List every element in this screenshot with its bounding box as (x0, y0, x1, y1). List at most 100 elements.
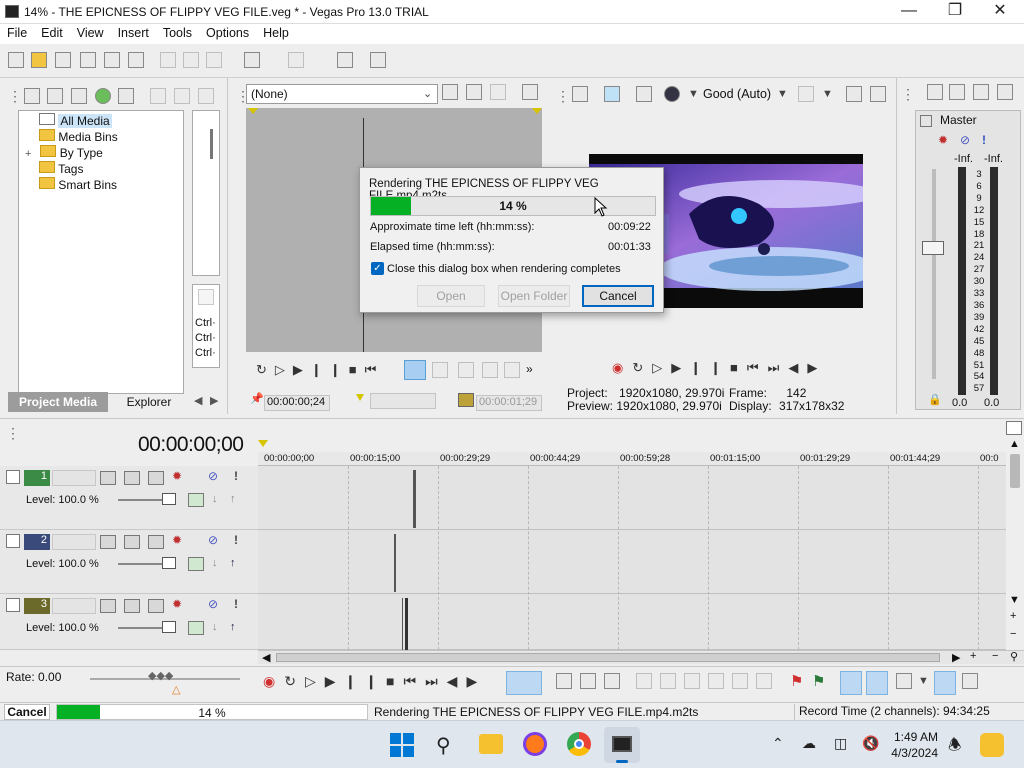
close-when-done-checkbox[interactable]: ✓ (371, 262, 384, 275)
normal-edit-tool-icon[interactable] (506, 671, 542, 695)
cancel-button[interactable]: Cancel (582, 285, 654, 307)
compositing-mode-icon[interactable] (124, 535, 140, 549)
meter-icon[interactable] (997, 84, 1013, 100)
track-fx-icon[interactable]: ✹ (172, 533, 182, 547)
generated-media-icon[interactable] (188, 493, 204, 507)
add-to-timeline-icon[interactable] (404, 360, 426, 380)
track-lane-3[interactable] (258, 594, 1006, 650)
windows-start-icon[interactable] (390, 733, 414, 757)
open-folder-button[interactable]: Open Folder (498, 285, 570, 307)
pause-icon[interactable]: ❙❙ (311, 362, 349, 377)
show-hidden-icons-icon[interactable]: ⌃ (772, 735, 784, 752)
track-name-field[interactable] (52, 470, 96, 486)
monitor-icon[interactable] (522, 84, 538, 100)
eraser-icon[interactable] (337, 52, 353, 68)
marker-flag-icon[interactable] (1006, 421, 1022, 435)
track-fx-icon[interactable]: ✹ (172, 597, 182, 611)
track-expand-icon[interactable] (6, 598, 20, 612)
auto-crossfade-icon[interactable] (866, 671, 888, 695)
go-to-start-icon[interactable]: ⏮ (403, 673, 425, 689)
clock[interactable]: 1:49 AM 4/3/2024 (888, 729, 938, 761)
tree-item-all-media[interactable]: All Media (39, 113, 112, 128)
whats-this-icon[interactable] (370, 52, 386, 68)
loop-icon[interactable]: ↻ (256, 362, 275, 377)
parent-motion-icon[interactable] (148, 599, 164, 613)
prev-frame-icon[interactable]: ◀ (788, 360, 807, 375)
copilot-icon[interactable] (980, 733, 1004, 757)
insert-marker-icon[interactable]: ⚑ (790, 672, 803, 690)
solo-icon[interactable]: ! (234, 469, 238, 483)
lock-icon[interactable]: 🔒 (928, 393, 942, 406)
chevron-down-icon[interactable]: ▼ (688, 88, 699, 100)
auto-preview-icon[interactable] (198, 88, 214, 104)
display-icon[interactable]: ◫ (834, 735, 847, 752)
parent-motion-icon[interactable] (148, 471, 164, 485)
trimmer-preset-dropdown[interactable]: (None) ⌄ (246, 84, 438, 104)
tab-project-media[interactable]: Project Media (8, 392, 108, 412)
go-to-end-icon[interactable]: ⏭ (768, 360, 789, 375)
tree-item-media-bins[interactable]: Media Bins (39, 129, 118, 144)
chevron-down-icon[interactable]: ▼ (918, 675, 929, 687)
firefox-icon[interactable] (523, 732, 547, 756)
open-button[interactable]: Open (417, 285, 485, 307)
zoom-tool-icon[interactable]: ⚲ (1010, 650, 1018, 663)
scroll-left-icon[interactable]: ◀ (262, 651, 270, 664)
track-lane-1[interactable] (258, 466, 1006, 530)
play-icon[interactable]: ▶ (293, 362, 311, 377)
level-slider-thumb[interactable] (162, 493, 176, 505)
mute-icon[interactable]: ⊘ (960, 133, 970, 147)
insert-region-icon[interactable]: ⚑ (812, 672, 825, 690)
tab-scroll-right-icon[interactable]: ▶ (210, 394, 218, 407)
tab-scroll-left-icon[interactable]: ◀ (194, 394, 202, 407)
properties-icon[interactable] (128, 52, 144, 68)
get-media-icon[interactable] (71, 88, 87, 104)
snapping-icon[interactable] (840, 671, 862, 695)
search-icon[interactable]: ⚲ (436, 733, 451, 758)
new-project-icon[interactable] (8, 52, 24, 68)
solo-icon[interactable]: ! (234, 597, 238, 611)
scroll-thumb[interactable] (1010, 454, 1020, 488)
trim-icon[interactable] (504, 362, 520, 378)
fit-to-fill-icon[interactable] (482, 362, 498, 378)
fx-icon[interactable]: ✹ (938, 133, 948, 147)
play-icon[interactable]: ▶ (325, 673, 345, 689)
play-from-start-icon[interactable]: ▷ (305, 673, 325, 689)
zoom-edit-tool-icon[interactable] (604, 673, 620, 689)
stop-icon[interactable]: ■ (386, 673, 403, 689)
copy-snapshot-icon[interactable] (846, 86, 862, 102)
clip-event[interactable] (413, 470, 416, 528)
menu-tools[interactable]: Tools (156, 24, 199, 40)
zoom-in-icon[interactable]: + (970, 650, 976, 662)
arrow-down-icon[interactable]: ↓ (212, 621, 218, 633)
wand-icon[interactable] (466, 84, 482, 100)
track-lane-2[interactable] (258, 530, 1006, 594)
grid-icon[interactable] (798, 86, 814, 102)
minimize-icon[interactable]: — (886, 0, 932, 24)
solo-icon[interactable]: ! (982, 133, 986, 147)
preview-props-icon[interactable] (572, 86, 588, 102)
add-text-icon[interactable] (442, 84, 458, 100)
expand-icon[interactable]: + (25, 148, 37, 160)
master-props-icon[interactable] (927, 84, 943, 100)
go-to-start-icon[interactable]: ⏮ (747, 360, 768, 375)
import-media-icon[interactable] (24, 88, 40, 104)
scroll-up-icon[interactable]: ▲ (1009, 438, 1020, 450)
stop-icon[interactable]: ■ (730, 360, 747, 375)
trim-icon[interactable] (660, 673, 676, 689)
lock-icon[interactable] (756, 673, 772, 689)
chevron-down-icon[interactable]: ▼ (822, 88, 833, 100)
chevron-down-icon[interactable]: ▼ (777, 88, 788, 100)
track-expand-icon[interactable] (6, 534, 20, 548)
search-media-icon[interactable] (118, 88, 134, 104)
volume-icon[interactable]: 🔇 (862, 735, 879, 752)
scroll-down-icon[interactable]: ▼ (1009, 594, 1020, 606)
compositing-mode-icon[interactable] (124, 471, 140, 485)
chrome-icon[interactable] (567, 732, 591, 756)
track-fx-icon[interactable]: ✹ (172, 469, 182, 483)
scroll-right-icon[interactable]: ▶ (952, 651, 960, 664)
arrow-down-icon[interactable]: ↓ (212, 493, 218, 505)
mute-icon[interactable]: ⊘ (208, 597, 218, 611)
mute-icon[interactable]: ⊘ (208, 469, 218, 483)
preview-quality[interactable]: Good (Auto) (703, 87, 771, 101)
status-cancel-button[interactable]: Cancel (4, 704, 50, 720)
